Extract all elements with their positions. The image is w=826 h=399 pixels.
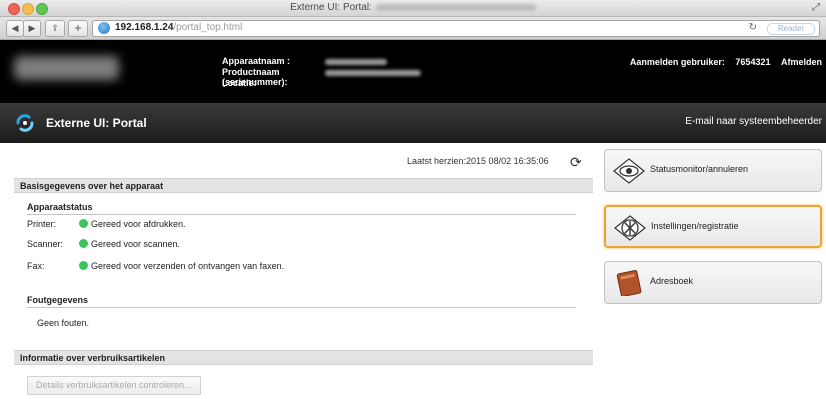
address-bar[interactable]: 192.168.1.24/portal_top.html ↻ Reader bbox=[92, 20, 820, 37]
status-row-fax: Fax: Gereed voor verzenden of ontvangen v… bbox=[27, 261, 284, 271]
logout-link[interactable]: Afmelden bbox=[781, 57, 822, 67]
status-label: Fax: bbox=[27, 261, 45, 271]
status-ok-icon bbox=[79, 239, 88, 248]
error-text: Geen fouten. bbox=[37, 318, 90, 328]
status-ok-icon bbox=[79, 261, 88, 270]
product-name-label: Productnaam (serienummer): bbox=[222, 67, 288, 87]
user-id: 7654321 bbox=[735, 57, 771, 67]
location-label: Locatie: bbox=[222, 78, 257, 88]
url-text: 192.168.1.24/portal_top.html bbox=[115, 22, 243, 33]
status-row-scanner: Scanner: Gereed voor scannen. bbox=[27, 239, 180, 249]
email-admin-link[interactable]: E-mail naar systeembeheerder bbox=[685, 116, 822, 127]
consumables-header: Informatie over verbruiksartikelen bbox=[14, 350, 593, 365]
status-label: Scanner: bbox=[27, 239, 64, 249]
divider bbox=[27, 307, 576, 308]
settings-registration-label: Instellingen/registratie bbox=[651, 221, 739, 231]
window-title: Externe UI: Portal: bbox=[0, 2, 826, 13]
main-content: Laatst herzien:2015 08/02 16:35:06 ⟳ Bas… bbox=[0, 143, 826, 399]
eye-icon bbox=[613, 158, 645, 184]
portal-title: Externe UI: Portal bbox=[46, 116, 147, 130]
portal-icon bbox=[16, 114, 34, 132]
forward-button[interactable]: ▶ bbox=[23, 20, 41, 37]
portal-header: Apparaatnaam : Productnaam (serienummer)… bbox=[0, 40, 826, 103]
device-status-title: Apparaatstatus bbox=[27, 202, 93, 212]
status-label: Printer: bbox=[27, 219, 57, 229]
address-book-icon bbox=[616, 270, 642, 296]
status-row-printer: Printer: Gereed voor afdrukken. bbox=[27, 219, 186, 229]
divider bbox=[27, 214, 576, 215]
share-icon[interactable]: ⇪ bbox=[45, 20, 65, 37]
portal-banner: Externe UI: Portal E-mail naar systeembe… bbox=[0, 103, 826, 143]
add-bookmark-button[interactable]: + bbox=[68, 20, 88, 37]
basic-info-header: Basisgegevens over het apparaat bbox=[14, 178, 593, 193]
refresh-icon[interactable]: ⟳ bbox=[570, 154, 582, 171]
reload-icon[interactable]: ↻ bbox=[749, 22, 757, 33]
device-info: Apparaatnaam : Productnaam (serienummer)… bbox=[222, 56, 421, 89]
login-info: Aanmelden gebruiker: 7654321 Afmelden bbox=[622, 57, 822, 67]
brand-logo bbox=[14, 56, 119, 80]
status-text: Gereed voor verzenden of ontvangen van f… bbox=[91, 261, 285, 271]
status-text: Gereed voor scannen. bbox=[91, 239, 181, 249]
error-info-title: Foutgegevens bbox=[27, 295, 89, 305]
device-name-label: Apparaatnaam : bbox=[222, 56, 291, 66]
window-titlebar: Externe UI: Portal: ⤢ bbox=[0, 0, 826, 17]
address-book-label: Adresboek bbox=[650, 276, 694, 286]
settings-registration-button[interactable]: Instellingen/registratie bbox=[604, 205, 822, 248]
last-update-text: Laatst herzien:2015 08/02 16:35:06 bbox=[407, 156, 549, 166]
status-text: Gereed voor afdrukken. bbox=[91, 219, 186, 229]
status-ok-icon bbox=[79, 219, 88, 228]
reader-button[interactable]: Reader bbox=[767, 23, 815, 35]
settings-icon bbox=[614, 215, 646, 241]
fullscreen-icon[interactable]: ⤢ bbox=[812, 2, 820, 13]
address-book-button[interactable]: Adresboek bbox=[604, 261, 822, 304]
browser-toolbar: ◀ ▶ ⇪ + 192.168.1.24/portal_top.html ↻ R… bbox=[0, 17, 826, 40]
check-consumables-button[interactable]: Details verbruiksartikelen controleren..… bbox=[27, 376, 201, 395]
login-label: Aanmelden gebruiker: bbox=[629, 57, 725, 67]
back-button[interactable]: ◀ bbox=[6, 20, 24, 37]
globe-icon bbox=[98, 22, 110, 34]
status-monitor-label: Statusmonitor/annuleren bbox=[650, 164, 749, 174]
status-monitor-button[interactable]: Statusmonitor/annuleren bbox=[604, 149, 822, 192]
